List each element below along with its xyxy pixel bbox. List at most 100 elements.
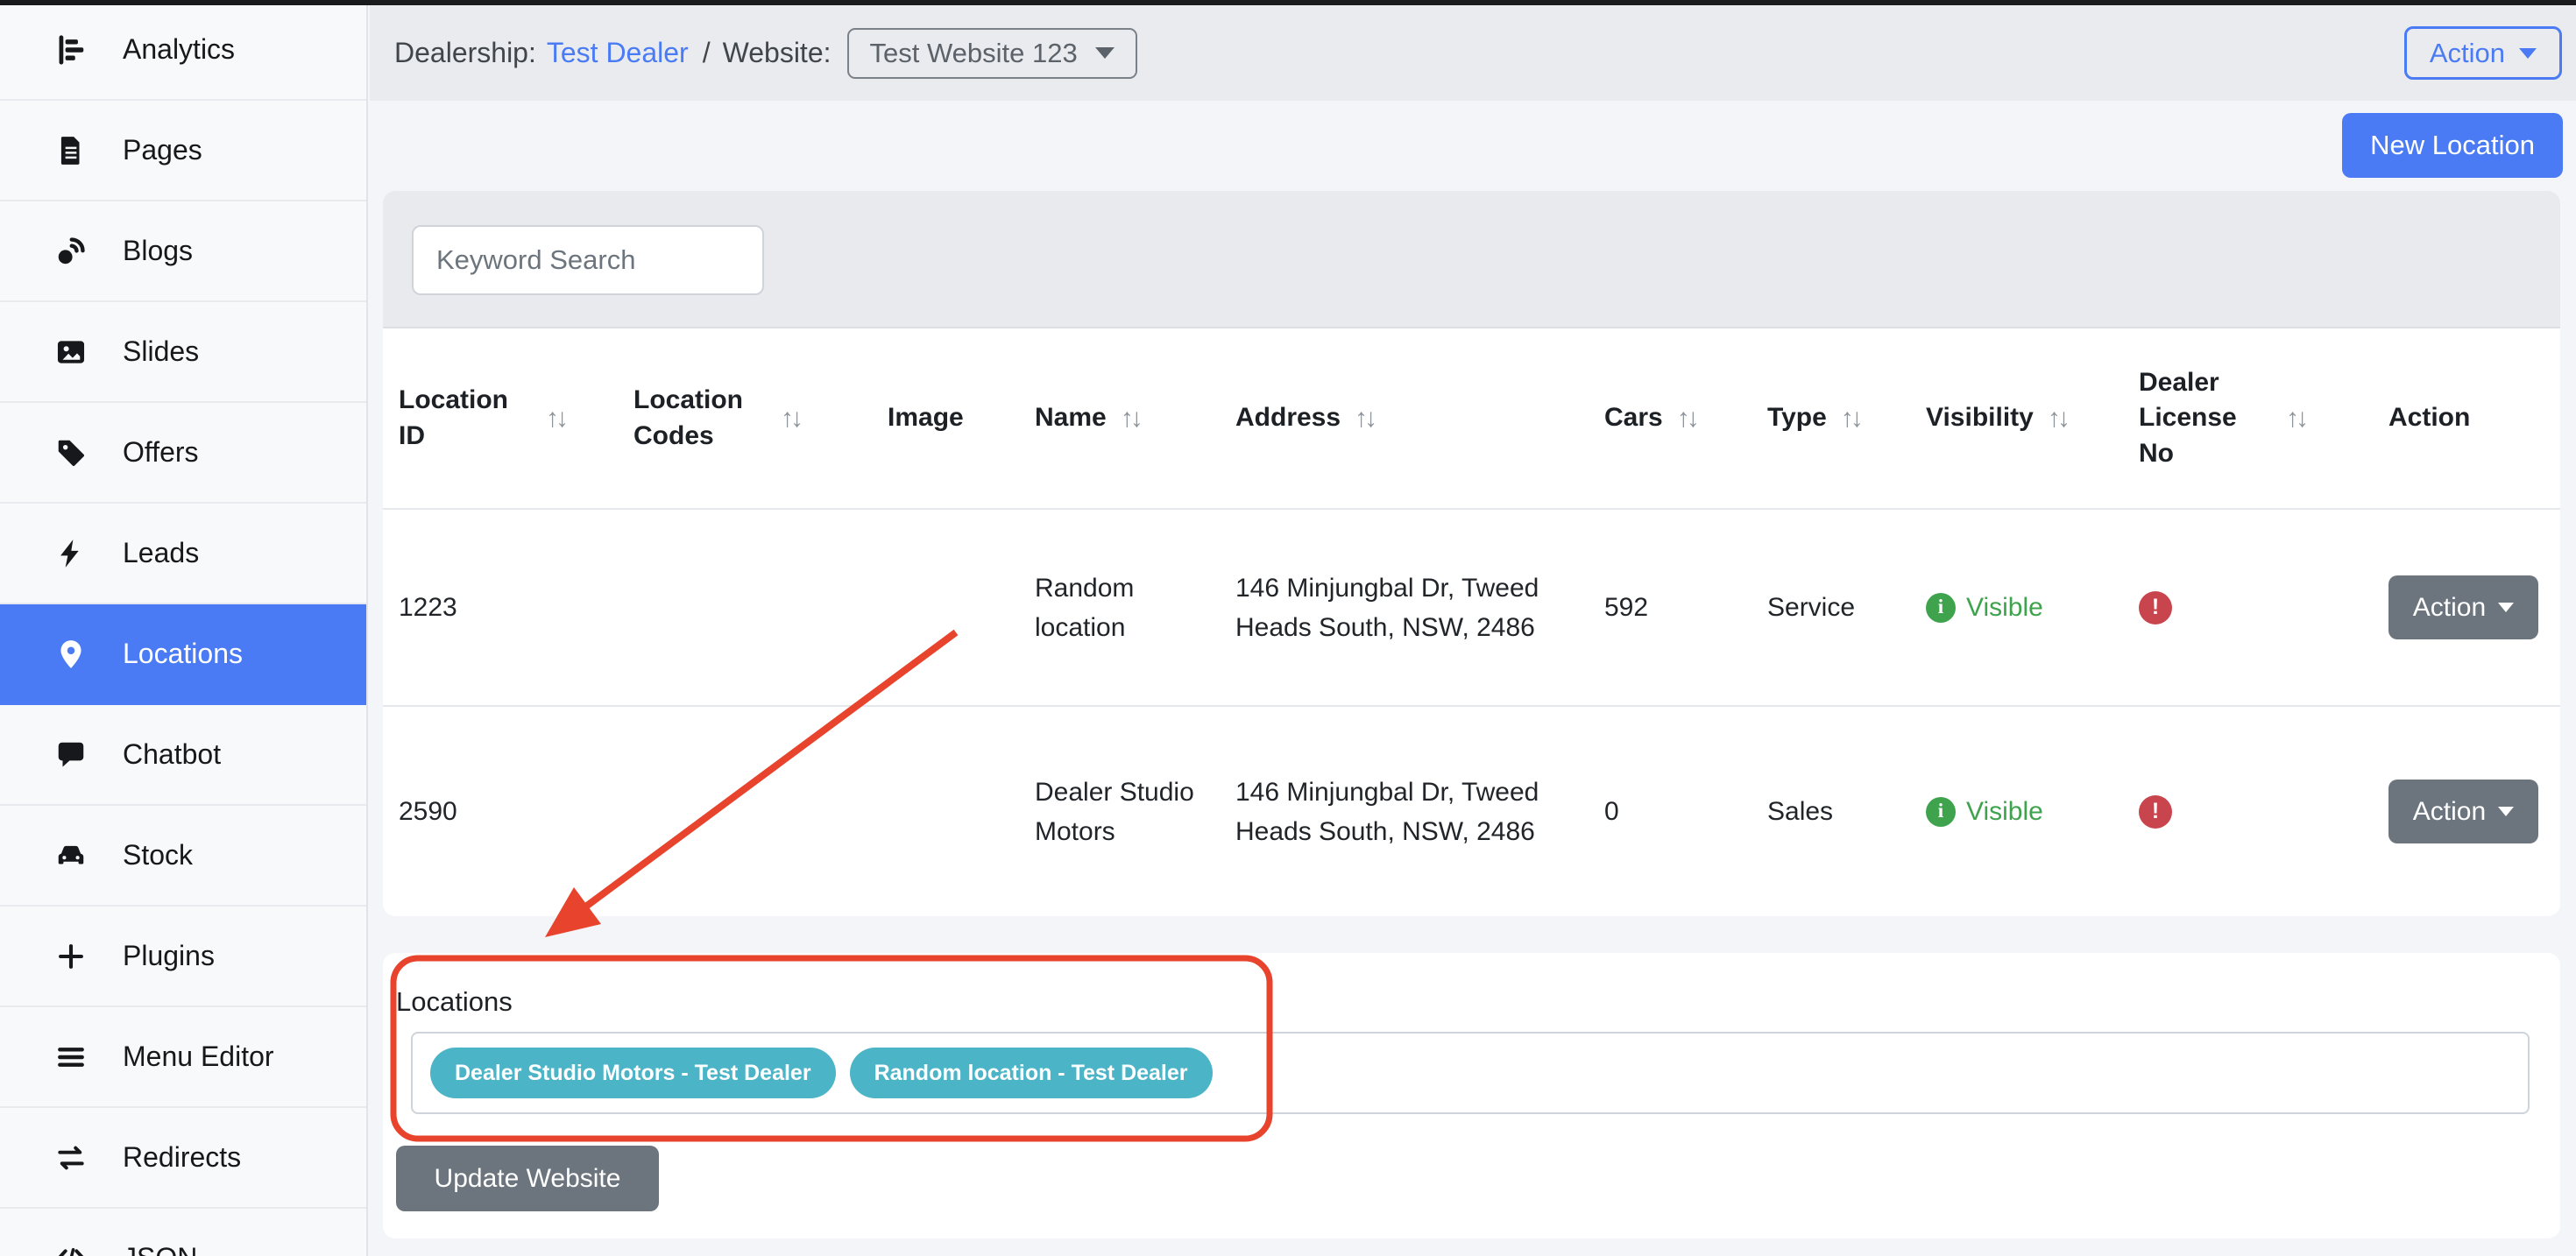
chatbot-icon <box>54 738 88 772</box>
row-action-button[interactable]: Action <box>2388 575 2538 639</box>
table-column-header[interactable]: Name ↑↓ <box>1019 328 1220 509</box>
sort-icon[interactable]: ↑↓ <box>781 404 800 434</box>
cell-name: Random location <box>1019 509 1220 706</box>
table-row: 1223 Random location 146 Minjungbal Dr, … <box>383 509 2560 706</box>
cell-image <box>872 706 1019 916</box>
caret-down-icon <box>2498 807 2514 816</box>
slides-icon <box>54 335 88 369</box>
sidebar-item-label: Chatbot <box>123 738 221 771</box>
table-column-header[interactable]: Cars ↑↓ <box>1589 328 1752 509</box>
sort-icon[interactable]: ↑↓ <box>2286 404 2305 434</box>
caret-down-icon <box>1095 47 1115 59</box>
table-column-header[interactable]: Address ↑↓ <box>1220 328 1589 509</box>
sidebar-item-label: Leads <box>123 537 199 569</box>
menu-editor-icon <box>54 1041 88 1074</box>
website-select-value: Test Website 123 <box>870 38 1078 69</box>
location-pill[interactable]: Dealer Studio Motors - Test Dealer <box>430 1048 836 1098</box>
website-locations-form: Locations Dealer Studio Motors - Test De… <box>383 953 2560 1238</box>
sidebar-item-label: Analytics <box>123 33 235 66</box>
locations-table: Location ID ↑↓ Location Codes ↑↓ Image N… <box>383 328 2560 916</box>
table-header-row: Location ID ↑↓ Location Codes ↑↓ Image N… <box>383 328 2560 509</box>
sidebar-item-offers[interactable]: Offers <box>0 403 366 504</box>
sidebar-item-leads[interactable]: Leads <box>0 504 366 604</box>
table-column-header[interactable]: Type ↑↓ <box>1752 328 1910 509</box>
cell-visibility: i Visible <box>1910 706 2123 916</box>
sidebar-item-label: Slides <box>123 335 199 368</box>
cell-image <box>872 509 1019 706</box>
sidebar-item-chatbot[interactable]: Chatbot <box>0 705 366 806</box>
sort-icon[interactable]: ↑↓ <box>1355 404 1374 434</box>
row-action-label: Action <box>2413 593 2486 623</box>
sidebar-item-label: Blogs <box>123 235 193 267</box>
alert-icon: ! <box>2139 591 2172 624</box>
cell-cars: 592 <box>1589 509 1752 706</box>
pages-icon <box>54 134 88 167</box>
sidebar-item-stock[interactable]: Stock <box>0 806 366 907</box>
sidebar-item-label: Offers <box>123 436 199 469</box>
table-column-header[interactable]: Location Codes ↑↓ <box>618 328 872 509</box>
breadcrumb-separator: / <box>703 37 711 68</box>
info-icon: i <box>1926 797 1956 827</box>
table-body: 1223 Random location 146 Minjungbal Dr, … <box>383 509 2560 916</box>
sidebar-item-label: Menu Editor <box>123 1041 274 1073</box>
sidebar-item-label: JSON <box>123 1242 197 1256</box>
sort-icon[interactable]: ↑↓ <box>546 404 565 434</box>
new-location-button[interactable]: New Location <box>2342 113 2563 178</box>
table-column-header[interactable]: Dealer License No ↑↓ <box>2123 328 2373 509</box>
plugins-icon <box>54 940 88 973</box>
breadcrumb: Dealership:Test Dealer/Website: <box>394 37 832 69</box>
website-select[interactable]: Test Website 123 <box>847 28 1137 79</box>
cell-dealer-license: ! <box>2123 706 2373 916</box>
analytics-icon <box>54 33 88 67</box>
update-website-button[interactable]: Update Website <box>396 1146 659 1211</box>
location-pin-icon <box>54 638 88 671</box>
locations-multiselect[interactable]: Dealer Studio Motors - Test Dealer Random… <box>411 1032 2530 1114</box>
column-label: Dealer License No <box>2139 365 2272 472</box>
locations-form-title: Locations <box>396 986 2560 1018</box>
cell-location-id: 1223 <box>383 509 618 706</box>
sort-icon[interactable]: ↑↓ <box>1841 404 1860 434</box>
column-label: Type <box>1767 400 1827 436</box>
sort-icon[interactable]: ↑↓ <box>1677 404 1696 434</box>
sort-icon[interactable]: ↑↓ <box>2048 404 2067 434</box>
topbar-action-label: Action <box>2430 38 2505 69</box>
sidebar-item-locations[interactable]: Locations <box>0 604 366 705</box>
row-action-button[interactable]: Action <box>2388 780 2538 843</box>
sidebar-item-label: Locations <box>123 638 243 670</box>
cell-address: 146 Minjungbal Dr, Tweed Heads South, NS… <box>1220 706 1589 916</box>
table-column-header[interactable]: Location ID ↑↓ <box>383 328 618 509</box>
location-pill[interactable]: Random location - Test Dealer <box>850 1048 1213 1098</box>
sidebar-item-label: Stock <box>123 839 193 871</box>
topbar: Dealership:Test Dealer/Website: Test Web… <box>370 0 2576 101</box>
sidebar-item-plugins[interactable]: Plugins <box>0 907 366 1007</box>
column-label: Location ID <box>399 383 532 454</box>
sidebar-item-pages[interactable]: Pages <box>0 101 366 201</box>
row-action-label: Action <box>2413 797 2486 827</box>
sidebar-item-json[interactable]: JSON <box>0 1209 366 1256</box>
sidebar-item-analytics[interactable]: Analytics <box>0 0 366 101</box>
sidebar-item-blogs[interactable]: Blogs <box>0 201 366 302</box>
sort-icon[interactable]: ↑↓ <box>1121 404 1140 434</box>
table-column-header[interactable]: Visibility ↑↓ <box>1910 328 2123 509</box>
table-column-header[interactable]: Image <box>872 328 1019 509</box>
visibility-label: Visible <box>1966 792 2043 831</box>
cell-name: Dealer Studio Motors <box>1019 706 1220 916</box>
main-content: New Location Location ID ↑↓ Location Cod… <box>370 101 2576 1256</box>
sidebar-item-slides[interactable]: Slides <box>0 302 366 403</box>
dealership-link[interactable]: Test Dealer <box>547 37 689 68</box>
cell-location-id: 2590 <box>383 706 618 916</box>
cell-location-codes <box>618 706 872 916</box>
website-label: Website: <box>723 37 832 68</box>
sidebar-item-menu-editor[interactable]: Menu Editor <box>0 1007 366 1108</box>
column-label: Visibility <box>1926 400 2034 436</box>
sidebar-item-redirects[interactable]: Redirects <box>0 1108 366 1209</box>
caret-down-icon <box>2498 603 2514 612</box>
keyword-search-input[interactable] <box>412 225 764 295</box>
cell-address: 146 Minjungbal Dr, Tweed Heads South, NS… <box>1220 509 1589 706</box>
stock-icon <box>54 839 88 872</box>
table-card-header <box>383 191 2560 328</box>
topbar-action-button[interactable]: Action <box>2404 26 2562 80</box>
table-column-header[interactable]: Action <box>2373 328 2560 509</box>
info-icon: i <box>1926 593 1956 623</box>
cell-action: Action <box>2373 509 2560 706</box>
